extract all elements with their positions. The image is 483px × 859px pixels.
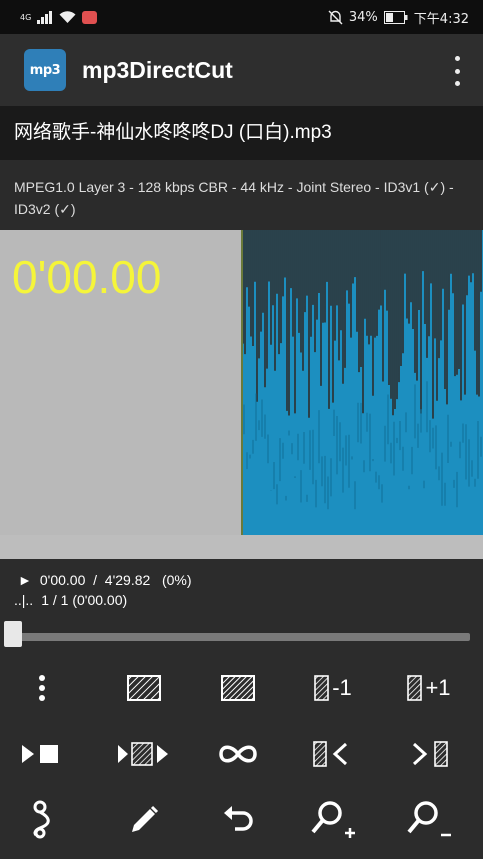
dots-vertical-icon	[39, 675, 45, 701]
mute-icon	[328, 10, 343, 24]
play-stop-button[interactable]	[10, 728, 74, 780]
marker-minus-icon	[314, 675, 330, 701]
selection-readout: ..|.. 1 / 1 (0'00.00)	[14, 592, 127, 608]
marker-plus-icon	[407, 675, 423, 701]
app-title: mp3DirectCut	[82, 56, 233, 83]
jump-end-button[interactable]	[397, 728, 461, 780]
zoom-in-button[interactable]	[301, 794, 365, 846]
waveform-graph[interactable]	[243, 230, 483, 535]
signal-icon	[37, 10, 53, 24]
split-icon	[33, 800, 50, 839]
undo-icon	[224, 806, 253, 831]
app-logo-text: mp3	[29, 62, 61, 78]
status-bar: 4G 34% 下午4:32	[0, 0, 483, 34]
edit-icon	[132, 805, 159, 832]
battery-percent: 34%	[348, 9, 378, 25]
network-type: 4G	[20, 12, 32, 22]
marker-minus-label: -1	[332, 675, 352, 700]
waveform-scroll-strip[interactable]	[0, 535, 483, 559]
selection-marker: ..|..	[14, 592, 34, 608]
file-name: 网络歌手-神仙水咚咚咚DJ (口白).mp3	[14, 122, 332, 143]
more-vert-icon[interactable]	[449, 56, 465, 86]
zoom-in-icon	[311, 801, 355, 838]
selection-text: 1 / 1 (0'00.00)	[41, 592, 128, 608]
play-section-button[interactable]	[112, 728, 176, 780]
zoom-out-icon	[407, 801, 451, 837]
play-stop-icon	[22, 745, 58, 763]
position-readout: ► 0'00.00 / 4'29.82 (0%)	[18, 572, 192, 588]
time-display: 0'00.00	[12, 251, 162, 303]
battery-icon	[383, 10, 408, 24]
marker-plus-label: +1	[425, 675, 451, 700]
position-text: 0'00.00 / 4'29.82 (0%)	[39, 572, 192, 588]
fill-selection-button[interactable]	[206, 662, 270, 714]
jump-start-icon	[313, 741, 348, 767]
app-bar: mp3 mp3DirectCut	[0, 34, 483, 106]
menu-button[interactable]	[10, 662, 74, 714]
toolbar: -1 +1	[0, 662, 483, 859]
status-right: 34% 下午4:32	[328, 8, 469, 27]
app-logo: mp3	[24, 49, 66, 91]
marker-plus-button[interactable]: +1	[397, 662, 461, 714]
select-all-button[interactable]	[112, 662, 176, 714]
hatch-fill-icon	[221, 675, 255, 701]
edit-button[interactable]	[112, 794, 176, 846]
jump-end-icon	[412, 741, 448, 767]
seek-bar-track[interactable]	[10, 633, 470, 641]
hatch-select-icon	[127, 675, 161, 701]
jump-start-button[interactable]	[301, 728, 365, 780]
undo-button[interactable]	[206, 794, 270, 846]
marker-minus-button[interactable]: -1	[301, 662, 365, 714]
loop-icon	[219, 745, 257, 763]
play-section-icon	[118, 742, 168, 766]
split-button[interactable]	[10, 794, 74, 846]
wifi-icon	[59, 10, 76, 23]
play-position-marker: ►	[18, 572, 32, 588]
notification-badge-icon	[82, 10, 98, 24]
seek-bar-thumb[interactable]	[4, 621, 22, 647]
file-info: MPEG1.0 Layer 3 - 128 kbps CBR - 44 kHz …	[14, 179, 454, 217]
clock: 下午4:32	[413, 11, 469, 27]
loop-button[interactable]	[206, 728, 270, 780]
zoom-out-button[interactable]	[397, 794, 461, 846]
status-left: 4G	[20, 10, 98, 24]
